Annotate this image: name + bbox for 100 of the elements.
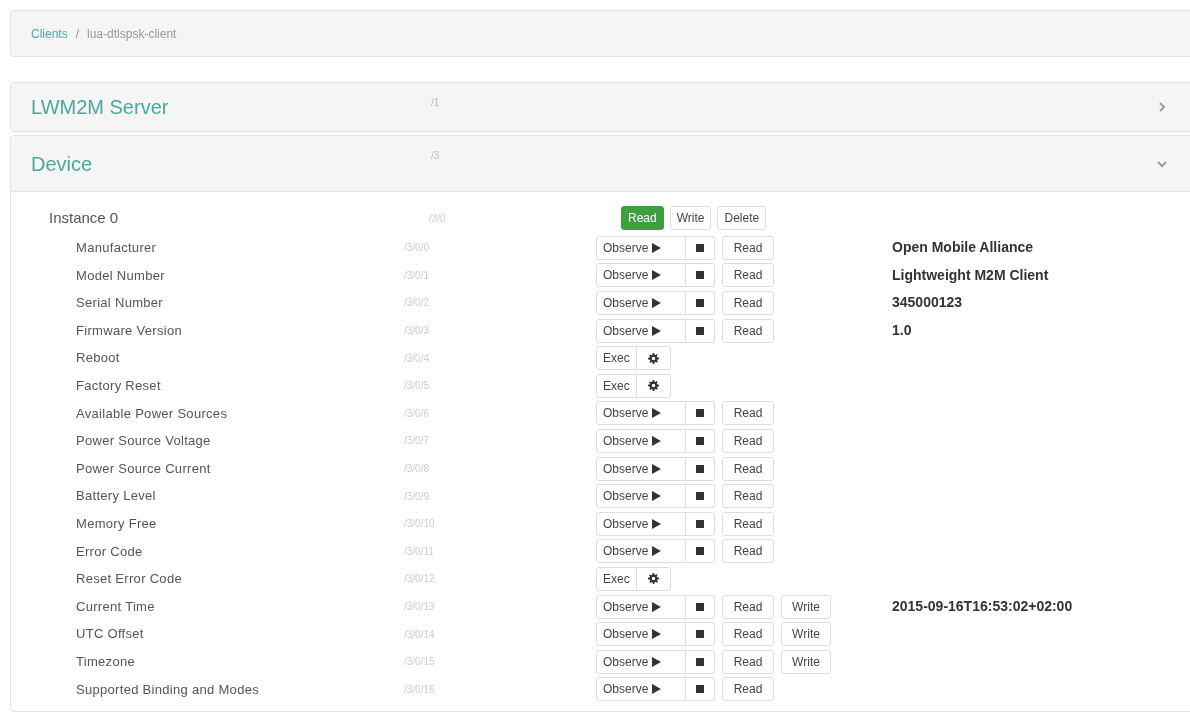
stop-icon — [696, 326, 704, 335]
stop-button[interactable] — [686, 594, 715, 619]
play-icon — [652, 463, 662, 474]
observe-button[interactable]: Observe — [596, 649, 686, 674]
resource-name: Current Time — [75, 597, 156, 616]
stop-button[interactable] — [686, 263, 715, 288]
play-icon — [652, 546, 662, 557]
observe-button[interactable]: Observe — [596, 539, 686, 564]
panel-title: LWM2M Server — [31, 95, 170, 120]
stop-button[interactable] — [686, 511, 715, 536]
resource-name: Memory Free — [75, 515, 158, 533]
write-button[interactable]: Write — [781, 649, 831, 674]
read-button[interactable]: Read — [722, 318, 774, 343]
write-button[interactable]: Write — [781, 594, 831, 619]
execute-button[interactable] — [636, 346, 671, 371]
play-icon — [652, 242, 662, 253]
instance-action-button[interactable]: Delete — [717, 206, 767, 230]
stop-button[interactable] — [686, 291, 715, 315]
play-icon — [652, 684, 662, 695]
breadcrumb-separator: / — [75, 25, 80, 43]
stop-icon — [696, 436, 704, 445]
stop-icon — [696, 299, 704, 307]
observe-button[interactable]: Observe — [596, 235, 686, 260]
exec-button[interactable]: Exec — [596, 566, 637, 591]
read-button[interactable]: Read — [722, 291, 774, 315]
instance-action-button[interactable]: Write — [669, 206, 712, 230]
read-button[interactable]: Read — [722, 677, 774, 702]
resource-name: Power Source Current — [75, 459, 212, 478]
breadcrumb-current: lua-dtlspsk-client — [87, 25, 177, 43]
play-icon — [652, 601, 662, 612]
observe-button[interactable]: Observe — [596, 263, 686, 288]
stop-icon — [696, 409, 704, 418]
read-button[interactable]: Read — [722, 594, 774, 619]
resource-value: 345000123 — [892, 293, 963, 313]
read-button[interactable]: Read — [722, 539, 774, 564]
observe-button[interactable]: Observe — [596, 484, 686, 509]
read-button[interactable]: Read — [722, 401, 774, 426]
observe-button[interactable]: Observe — [596, 428, 686, 453]
execute-button[interactable] — [636, 566, 671, 591]
observe-button[interactable]: Observe — [596, 677, 686, 702]
observe-button[interactable]: Observe — [596, 318, 686, 343]
stop-icon — [696, 243, 704, 252]
stop-button[interactable] — [686, 428, 715, 453]
resource-name: Factory Reset — [75, 377, 162, 395]
stop-button[interactable] — [686, 235, 715, 260]
play-icon — [652, 435, 662, 446]
stop-button[interactable] — [686, 456, 715, 481]
stop-icon — [696, 492, 704, 501]
read-button[interactable]: Read — [722, 484, 774, 509]
play-icon — [652, 629, 662, 640]
stop-icon — [696, 519, 704, 528]
resource-value: Open Mobile Alliance — [892, 238, 1034, 258]
resource-value: 1.0 — [892, 321, 912, 341]
read-button[interactable]: Read — [722, 649, 774, 674]
observe-button[interactable]: Observe — [596, 291, 686, 315]
stop-button[interactable] — [686, 318, 715, 343]
instance-name: Instance 0 — [49, 207, 120, 228]
play-icon — [652, 491, 662, 502]
read-button[interactable]: Read — [722, 456, 774, 481]
observe-button[interactable]: Observe — [596, 594, 686, 619]
stop-icon — [696, 464, 704, 473]
resource-name: Serial Number — [75, 294, 164, 313]
object-path: /1 — [431, 96, 441, 110]
read-button[interactable]: Read — [722, 263, 774, 288]
observe-button[interactable]: Observe — [596, 622, 686, 647]
gear-icon — [647, 380, 659, 392]
stop-icon — [696, 685, 704, 694]
observe-button[interactable]: Observe — [596, 511, 686, 536]
read-button[interactable]: Read — [722, 235, 774, 260]
stop-button[interactable] — [686, 484, 715, 509]
write-button[interactable]: Write — [781, 622, 831, 647]
resource-name: Manufacturer — [75, 239, 158, 258]
stop-icon — [696, 271, 704, 280]
execute-button[interactable] — [636, 373, 671, 398]
play-icon — [652, 270, 662, 281]
read-button[interactable]: Read — [722, 511, 774, 536]
resource-name: Supported Binding and Modes — [75, 680, 260, 699]
play-icon — [652, 298, 662, 308]
observe-button[interactable]: Observe — [596, 456, 686, 481]
stop-icon — [696, 657, 704, 666]
object-path: /3 — [431, 149, 441, 163]
play-icon — [652, 325, 662, 336]
resource-value: 2015-09-16T16:53:02+02:00 — [892, 597, 1073, 616]
resource-name: UTC Offset — [75, 625, 145, 644]
stop-button[interactable] — [686, 539, 715, 564]
gear-icon — [647, 573, 659, 585]
stop-button[interactable] — [686, 649, 715, 674]
stop-button[interactable] — [686, 677, 715, 702]
exec-button[interactable]: Exec — [596, 373, 637, 398]
resource-name: Error Code — [75, 542, 144, 561]
play-icon — [652, 408, 662, 419]
stop-button[interactable] — [686, 401, 715, 426]
resource-name: Power Source Voltage — [75, 432, 212, 451]
read-button[interactable]: Read — [722, 428, 774, 453]
exec-button[interactable]: Exec — [596, 346, 637, 371]
resource-name: Available Power Sources — [75, 404, 229, 423]
read-button[interactable]: Read — [722, 622, 774, 647]
resource-name: Battery Level — [75, 487, 157, 506]
observe-button[interactable]: Observe — [596, 401, 686, 426]
stop-button[interactable] — [686, 622, 715, 647]
